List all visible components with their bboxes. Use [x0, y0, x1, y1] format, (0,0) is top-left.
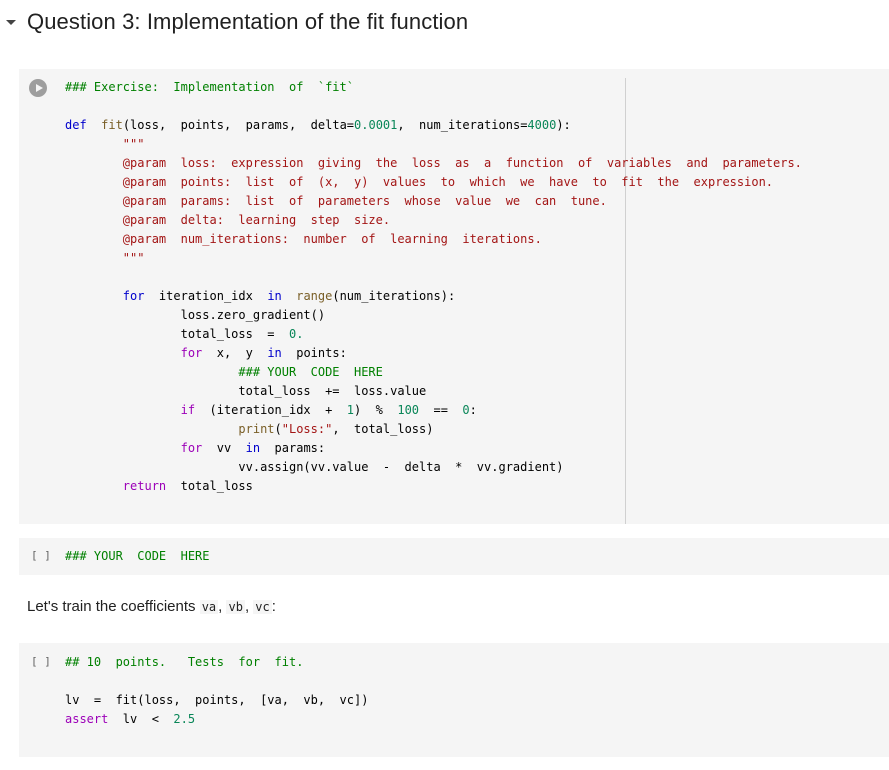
docstring-line: @param num_iterations: number of learnin…	[65, 232, 542, 246]
inline-code-va: va	[199, 600, 219, 614]
section-header[interactable]: Question 3: Implementation of the fit fu…	[0, 6, 468, 38]
section-title: Question 3: Implementation of the fit fu…	[27, 9, 469, 34]
execution-count-bracket[interactable]: [ ]	[31, 549, 51, 562]
code-line: total_loss += loss.value	[238, 384, 427, 398]
code-line: assert lv < 2.5	[65, 712, 196, 726]
code-line: vv.assign(vv.value - delta * vv.gradient…	[238, 460, 564, 474]
code-line: loss.zero_gradient()	[180, 308, 326, 322]
docstring-line: @param points: list of (x, y) values to …	[65, 175, 774, 189]
inline-code-vb: vb	[226, 600, 245, 614]
code-comment: ### Exercise: Implementation of `fit`	[65, 80, 354, 94]
code-line: lv = fit(loss, points, [va, vb, vc])	[65, 693, 369, 707]
docstring-line: """	[65, 137, 145, 151]
code-line: ### YOUR CODE HERE	[238, 365, 383, 379]
docstring-line: @param delta: learning step size.	[65, 213, 391, 227]
run-cell-button[interactable]	[29, 79, 47, 97]
code-editor[interactable]: ### YOUR CODE HERE	[65, 547, 210, 566]
code-line: print("Loss:", total_loss)	[238, 422, 434, 436]
code-cell-your-code[interactable]: [ ] ### YOUR CODE HERE	[19, 538, 889, 575]
inline-code-vc: vc	[253, 600, 272, 614]
code-editor[interactable]: ### Exercise: Implementation of `fit` def…	[65, 78, 802, 496]
code-line: if (iteration_idx + 1) % 100 == 0:	[180, 403, 477, 417]
play-icon	[35, 84, 43, 92]
execution-count-bracket[interactable]: [ ]	[31, 655, 51, 668]
code-line: total_loss = 0.	[180, 327, 304, 341]
code-line: return total_loss	[122, 479, 253, 493]
code-comment: ### YOUR CODE HERE	[65, 549, 210, 563]
code-comment: ## 10 points. Tests for fit.	[65, 655, 304, 669]
docstring-line: """	[65, 251, 145, 265]
caret-down-icon[interactable]	[6, 19, 16, 25]
code-line-def: def fit(loss, points, params, delta=0.00…	[65, 118, 571, 132]
markdown-text: Let's train the coefficients va, vb, vc:	[27, 598, 276, 615]
docstring-line: @param loss: expression giving the loss …	[65, 156, 802, 170]
code-line: for x, y in points:	[180, 346, 347, 360]
code-cell-fit[interactable]: ### Exercise: Implementation of `fit` def…	[19, 69, 889, 524]
code-editor[interactable]: ## 10 points. Tests for fit. lv = fit(los…	[65, 653, 368, 729]
code-cell-tests[interactable]: [ ] ## 10 points. Tests for fit. lv = fit…	[19, 643, 889, 757]
code-line: for vv in params:	[180, 441, 326, 455]
code-line: for iteration_idx in range(num_iteration…	[122, 289, 456, 303]
docstring-line: @param params: list of parameters whose …	[65, 194, 607, 208]
